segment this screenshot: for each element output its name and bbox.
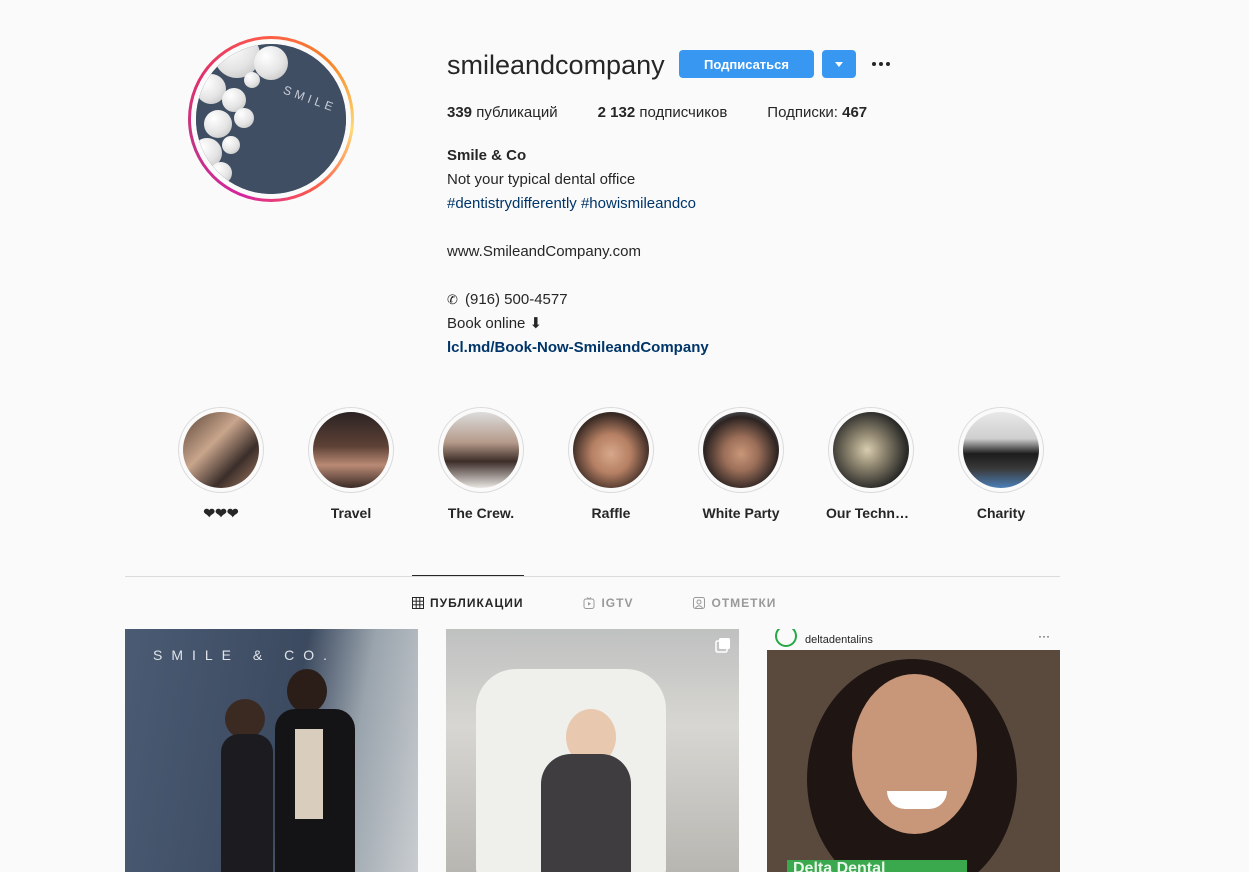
follow-button[interactable]: Подписаться [679,50,814,78]
posts-count: 339 публикаций [447,104,558,121]
avatar [775,629,797,647]
profile-page: SMILE smileandcompany Подписаться 339 пу… [0,0,1249,872]
suggestions-dropdown-button[interactable] [822,50,856,78]
highlight-cover [703,412,779,488]
highlight-raffle[interactable]: Raffle [546,407,676,522]
highlight-label: The Crew. [447,505,515,521]
chevron-down-icon [835,61,843,67]
bio-link[interactable]: lcl.md/Book-Now-SmileandCompany [447,336,709,360]
phone-icon: ✆ [447,292,458,307]
highlight-cover [963,412,1039,488]
carousel-icon [715,638,730,653]
profile-full-name: Smile & Co [447,147,527,164]
following-count[interactable]: Подписки: 467 [767,104,867,121]
highlight-label: White Party [702,505,780,521]
more-dots-icon [872,62,876,66]
highlight-label: Raffle [591,505,631,521]
highlight-white-party[interactable]: White Party [676,407,806,522]
post-embedded-header: deltadentalins ··· [767,629,1060,650]
post-sign-text: SMILE & CO. [153,647,337,663]
more-options-button[interactable] [868,53,894,75]
highlight-cover [833,412,909,488]
post-thumbnail[interactable]: deltadentalins ··· Delta Dental [767,629,1060,872]
highlight-label: Charity [976,505,1026,521]
post-embedded-account: deltadentalins [805,633,873,646]
profile-avatar[interactable]: SMILE [188,36,354,202]
post-thumbnail[interactable]: SMILE & CO. [125,629,418,872]
avatar-image: SMILE [196,44,346,194]
profile-username: smileandcompany [447,50,665,80]
highlight-cover [573,412,649,488]
grid-icon [412,597,424,609]
highlight-label: Travel [330,505,372,521]
highlight-label: Our Technology [826,505,916,521]
bio-website: www.SmileandCompany.com [447,243,641,260]
followers-count[interactable]: 2 132 подписчиков [598,104,728,121]
highlight-our-technology[interactable]: Our Technology [806,407,936,522]
bio-tagline: Not your typical dental office [447,171,636,188]
highlight-cover [443,412,519,488]
active-tab-indicator [412,575,524,576]
section-divider [125,576,1060,577]
profile-bio: Smile & Co Not your typical dental offic… [447,144,709,360]
more-dots-icon: ··· [1038,629,1050,643]
highlight-label: ❤❤❤ [203,505,239,521]
bio-book-online: Book online ⬇ [447,315,543,332]
profile-tabs: ПУБЛИКАЦИИ IGTV ОТМЕТКИ [412,596,776,610]
tab-tagged[interactable]: ОТМЕТКИ [693,596,776,610]
igtv-icon [583,597,595,609]
post-thumbnail[interactable] [446,629,739,872]
highlight-charity[interactable]: Charity [936,407,1066,522]
story-highlights: ❤❤❤ Travel The Crew. Raffle White Party [156,407,1066,522]
post-banner-text: Delta Dental [787,860,967,872]
tab-igtv[interactable]: IGTV [583,596,633,610]
highlight-the-crew[interactable]: The Crew. [416,407,546,522]
tagged-icon [693,597,706,609]
bio-hashtags[interactable]: #dentistrydifferently #howismileandco [447,192,709,216]
bio-phone-line: ✆ (916) 500-4577 [447,288,709,312]
bio-phone: (916) 500-4577 [465,291,568,308]
highlight-cover [183,412,259,488]
highlight-hearts[interactable]: ❤❤❤ [156,407,286,522]
profile-stats: 339 публикаций 2 132 подписчиков Подписк… [447,104,907,121]
highlight-cover [313,412,389,488]
tab-posts[interactable]: ПУБЛИКАЦИИ [412,596,523,610]
highlight-travel[interactable]: Travel [286,407,416,522]
